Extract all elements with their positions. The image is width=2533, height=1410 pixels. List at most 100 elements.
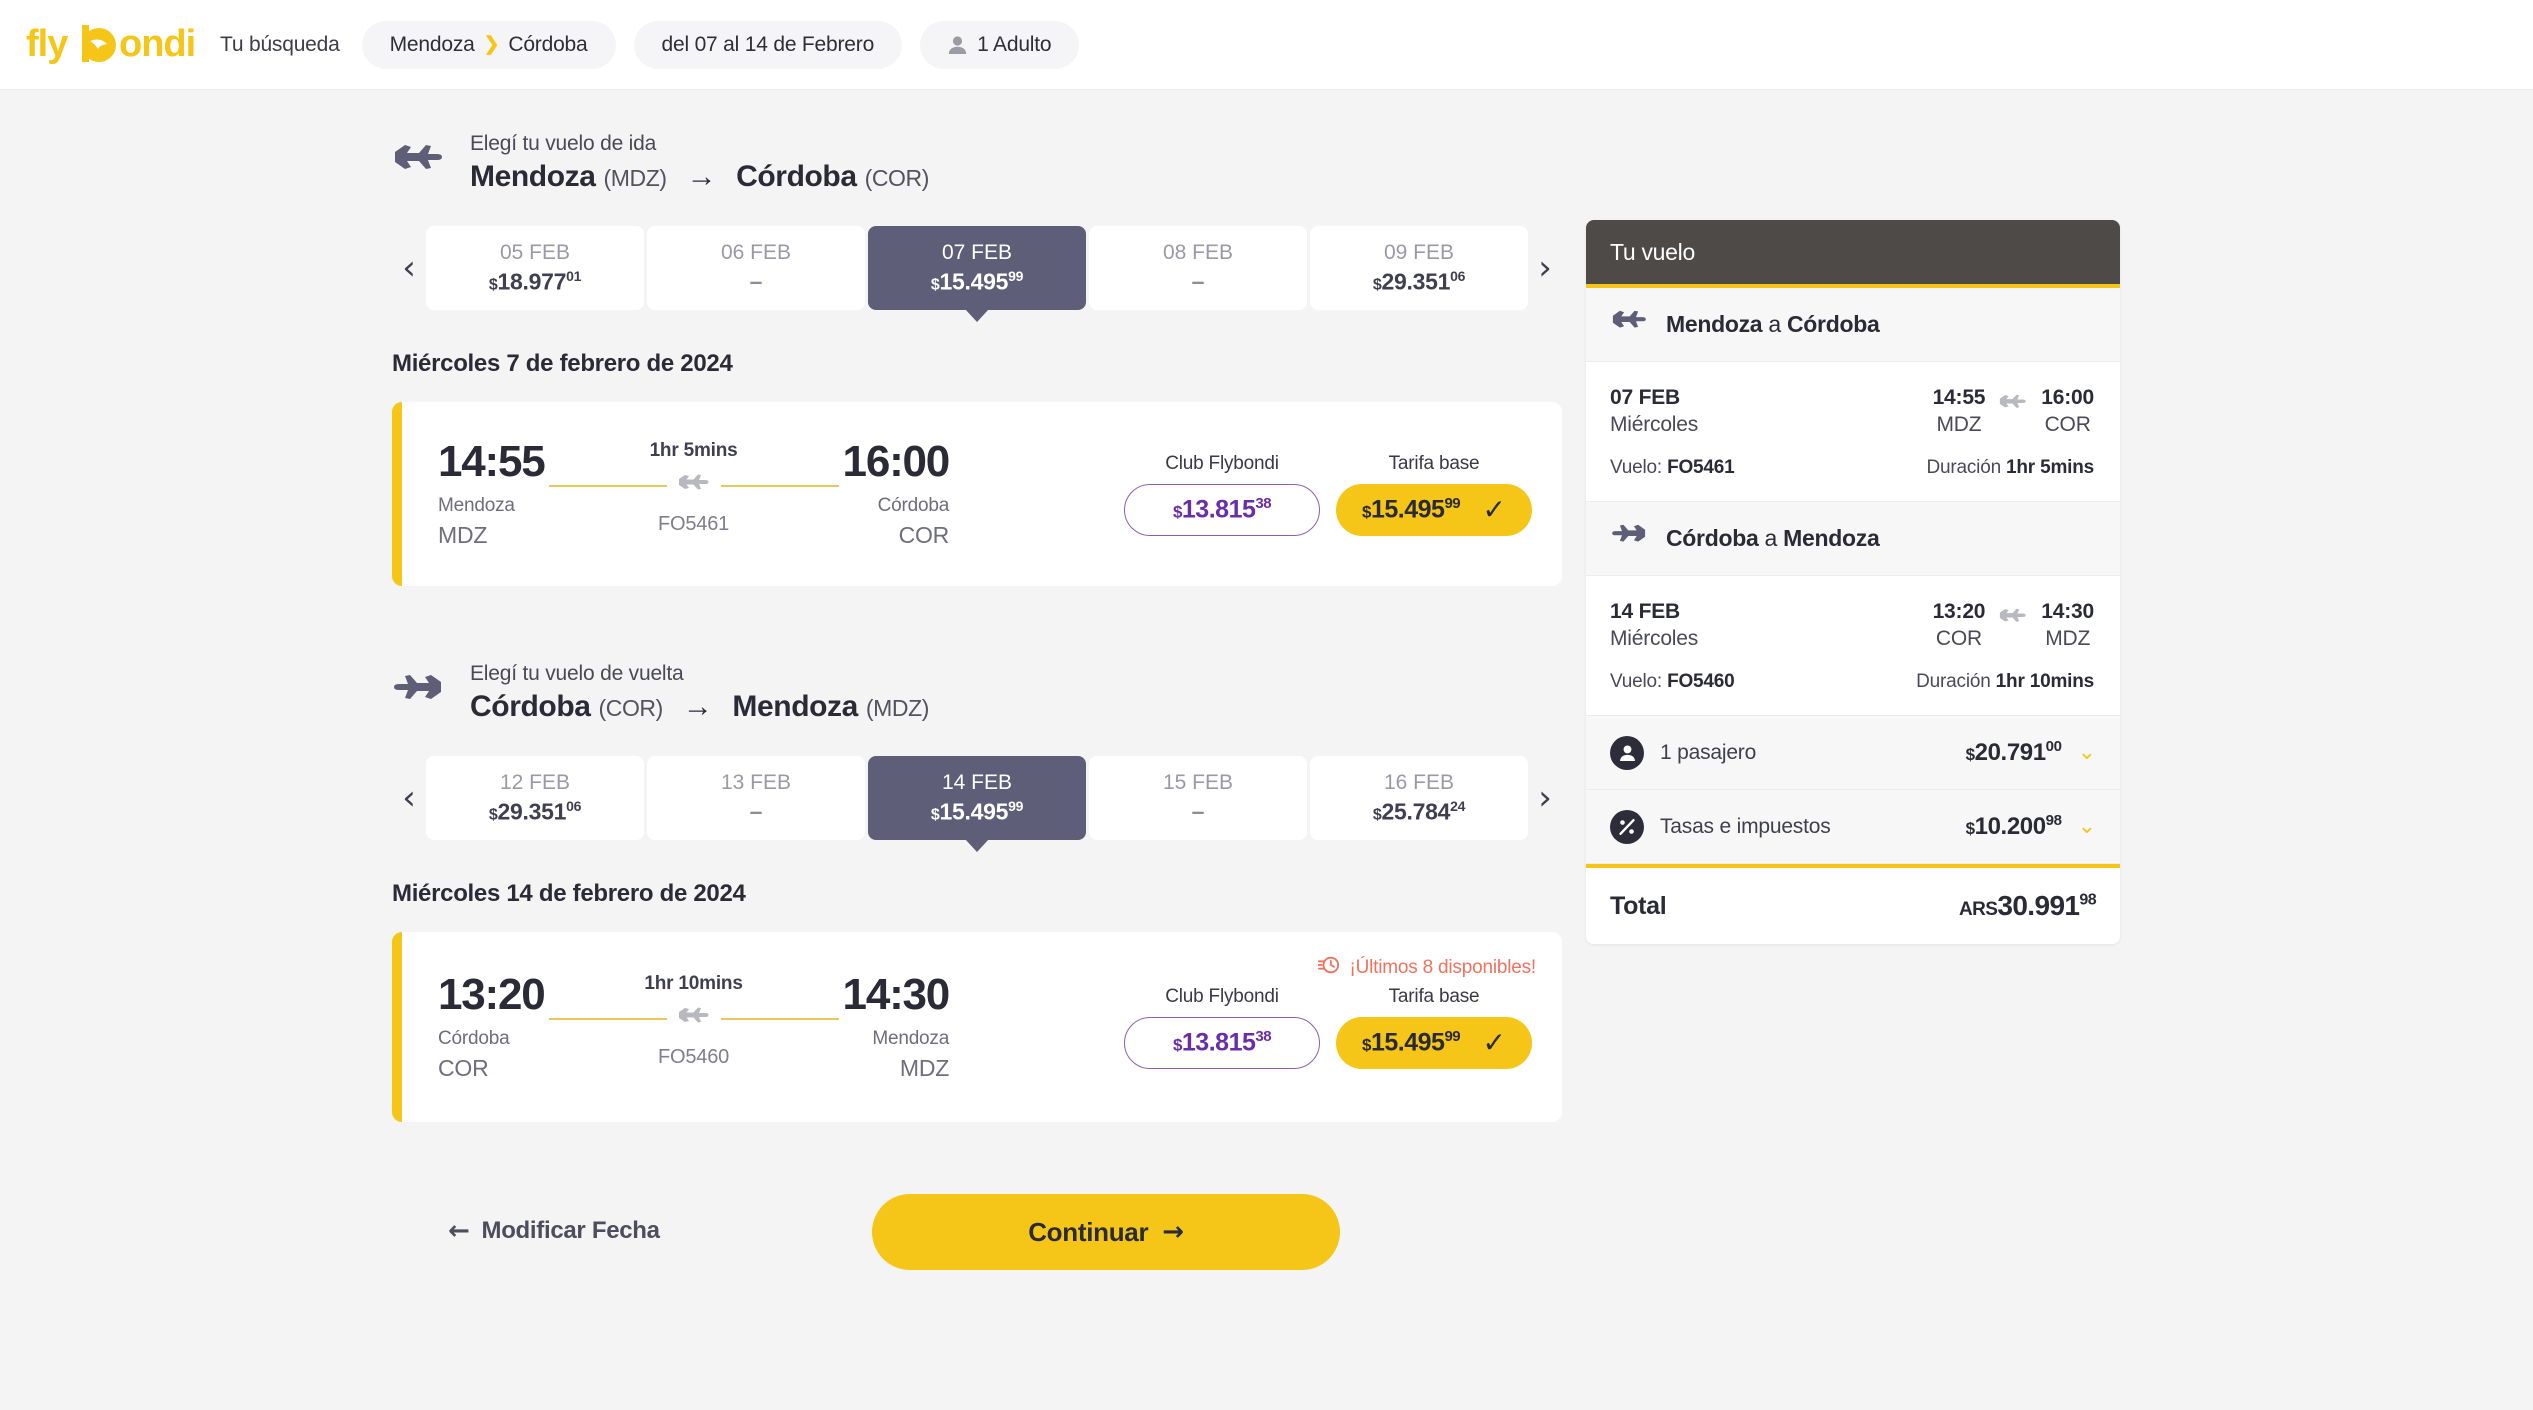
date-currency: $ — [488, 806, 498, 824]
arrival-city: Mendoza — [872, 1027, 950, 1049]
modify-date-label: Modificar Fecha — [481, 1217, 661, 1244]
summary-taxes-row[interactable]: Tasas e impuestos $10.20098 ⌄ — [1586, 790, 2120, 864]
base-fare-button-selected[interactable]: $15.49599 ✓ — [1336, 1016, 1532, 1069]
base-fare-button-selected[interactable]: $15.49599 ✓ — [1336, 483, 1532, 536]
inbound-date-strip: ‹ 12 FEB $29.35106 13 FEB – 14 FEB $15.4… — [392, 756, 1562, 840]
taxes-value: $10.20098 — [1966, 812, 2062, 841]
date-amount: 15.495 — [939, 268, 1009, 295]
date-empty-dash: – — [1191, 268, 1205, 294]
passengers-chip[interactable]: 1 Adulto — [920, 20, 1080, 69]
your-flight-panel: Tu vuelo Mendoza a Córdoba 07 FEB Miérco… — [1586, 220, 2120, 944]
inbound-date-cell[interactable]: 16 FEB $25.78424 — [1310, 756, 1528, 840]
summary-leg2-header: Córdoba a Mendoza — [1586, 502, 2120, 576]
inbound-date-cell[interactable]: 12 FEB $29.35106 — [426, 756, 644, 840]
inbound-day-label: Miércoles 14 de febrero de 2024 — [392, 880, 746, 907]
outbound-next-dates-button[interactable]: › — [1528, 251, 1562, 285]
outbound-flight-card[interactable]: 14:55 Mendoza MDZ 1hr 5mins FO5461 16:00… — [392, 402, 1562, 586]
outbound-itinerary: 14:55 Mendoza MDZ 1hr 5mins FO5461 16:00… — [438, 439, 950, 549]
departure-code: COR — [438, 1054, 489, 1081]
summary-total-row: Total ARS30.99198 — [1586, 864, 2120, 944]
dates-chip[interactable]: del 07 al 14 de Febrero — [633, 20, 903, 69]
clock-alert-icon — [1317, 954, 1340, 982]
arrival-city: Córdoba — [877, 494, 950, 516]
date-currency: $ — [488, 276, 498, 294]
plane-departure-icon — [392, 141, 444, 186]
last-seats-text: ¡Últimos 8 disponibles! — [1349, 957, 1536, 978]
date-empty-dash: – — [749, 798, 763, 824]
inbound-kicker: Elegí tu vuelo de vuelta — [470, 662, 684, 685]
leg2-date: 14 FEB — [1610, 600, 1680, 623]
date-cents: 06 — [566, 797, 582, 814]
outbound-date-cell-selected[interactable]: 07 FEB $15.49599 — [868, 226, 1086, 310]
inbound-date-list: 12 FEB $29.35106 13 FEB – 14 FEB $15.495… — [426, 756, 1528, 840]
inbound-date-cell[interactable]: 15 FEB – — [1089, 756, 1307, 840]
check-icon: ✓ — [1482, 1025, 1506, 1059]
date-currency: $ — [1372, 806, 1382, 824]
leg2-from: Córdoba — [1666, 525, 1759, 551]
date-price: $25.78424 — [1373, 798, 1465, 826]
outbound-day-label: Miércoles 7 de febrero de 2024 — [392, 350, 733, 377]
path-line-left — [548, 485, 667, 487]
club-fare-button[interactable]: $13.81538 — [1124, 1016, 1320, 1069]
leg1-times: 14:55 MDZ 16:00 COR — [1933, 386, 2095, 437]
arrow-left-icon: ← — [448, 1216, 470, 1246]
modify-date-button[interactable]: ← Modificar Fecha — [448, 1216, 660, 1246]
date-day: 14 FEB — [941, 770, 1013, 794]
flight-duration: 1hr 10mins — [644, 972, 743, 994]
inbound-flight-card[interactable]: ¡Últimos 8 disponibles! 13:20 Córdoba CO… — [392, 932, 1562, 1122]
plane-departure-icon — [1610, 308, 1648, 341]
outbound-date-cell[interactable]: 08 FEB – — [1089, 226, 1307, 310]
top-bar: fly ondi Tu búsqueda Mendoza ❯ Córdoba d… — [0, 0, 2533, 90]
outbound-date-cell[interactable]: 09 FEB $29.35106 — [1310, 226, 1528, 310]
date-amount: 18.977 — [497, 268, 567, 295]
summary-leg1-body: 07 FEB Miércoles 14:55 MDZ 16:00 COR Vue… — [1586, 362, 2120, 502]
club-fare-button[interactable]: $13.81538 — [1124, 483, 1320, 536]
inbound-next-dates-button[interactable]: › — [1528, 781, 1562, 815]
leg1-joiner: a — [1768, 311, 1781, 337]
date-price: $15.49599 — [931, 268, 1023, 296]
inbound-itinerary: 13:20 Córdoba COR 1hr 10mins FO5460 14:3… — [438, 969, 951, 1082]
flight-selection-page: fly ondi Tu búsqueda Mendoza ❯ Córdoba d… — [0, 0, 2533, 1410]
date-price: $15.49599 — [931, 798, 1023, 826]
outbound-date-cell[interactable]: 05 FEB $18.97701 — [426, 226, 644, 310]
passengers-cents: 00 — [2045, 738, 2062, 755]
plane-arrival-icon — [1610, 522, 1648, 555]
date-currency: $ — [1372, 276, 1382, 294]
outbound-date-cell[interactable]: 06 FEB – — [647, 226, 865, 310]
outbound-prev-dates-button[interactable]: ‹ — [392, 251, 426, 285]
date-day: 05 FEB — [499, 240, 571, 264]
leg2-joiner: a — [1764, 525, 1778, 551]
airplane-icon — [1999, 393, 2027, 418]
leg1-from: Mendoza — [1666, 311, 1763, 337]
svg-text:ondi: ondi — [119, 25, 195, 65]
base-cents: 99 — [1444, 494, 1461, 512]
inbound-fare-options: Club Flybondi $13.81538 Tarifa base $15.… — [1124, 986, 1532, 1069]
person-icon — [1610, 735, 1644, 770]
inbound-date-cell[interactable]: 13 FEB – — [647, 756, 865, 840]
route-chip[interactable]: Mendoza ❯ Córdoba — [361, 20, 616, 69]
passengers-value: $20.79100 — [1966, 738, 2062, 767]
date-cents: 99 — [1008, 797, 1024, 814]
leg2-date-block: 14 FEB Miércoles — [1610, 600, 1698, 651]
flight-number: FO5461 — [658, 512, 730, 535]
continue-button[interactable]: Continuar → — [872, 1194, 1340, 1270]
taxes-cents: 98 — [2045, 812, 2062, 829]
route-origin: Mendoza — [389, 32, 475, 56]
check-icon: ✓ — [1482, 492, 1506, 526]
departure-code: MDZ — [438, 521, 488, 548]
chevron-down-icon[interactable]: ⌄ — [2078, 741, 2096, 764]
flybondi-logo[interactable]: fly ondi — [26, 23, 202, 67]
route-destination: Córdoba — [508, 32, 588, 56]
leg1-date-block: 07 FEB Miércoles — [1610, 386, 1698, 437]
inbound-flight-path: 1hr 10mins FO5460 — [548, 972, 839, 1069]
outbound-arrow-icon: → — [686, 160, 717, 193]
inbound-prev-dates-button[interactable]: ‹ — [392, 781, 426, 815]
chevron-down-icon[interactable]: ⌄ — [2078, 815, 2096, 838]
summary-passengers-row[interactable]: 1 pasajero $20.79100 ⌄ — [1586, 716, 2120, 790]
leg2-flight-no: FO5460 — [1667, 671, 1735, 692]
outbound-section-heading: Elegí tu vuelo de ida Mendoza (MDZ) → Có… — [392, 132, 1562, 194]
arrival-time: 14:30 — [842, 969, 951, 1019]
inbound-date-cell-selected[interactable]: 14 FEB $15.49599 — [868, 756, 1086, 840]
flight-number: FO5460 — [658, 1045, 730, 1068]
date-cents: 24 — [1450, 797, 1466, 814]
